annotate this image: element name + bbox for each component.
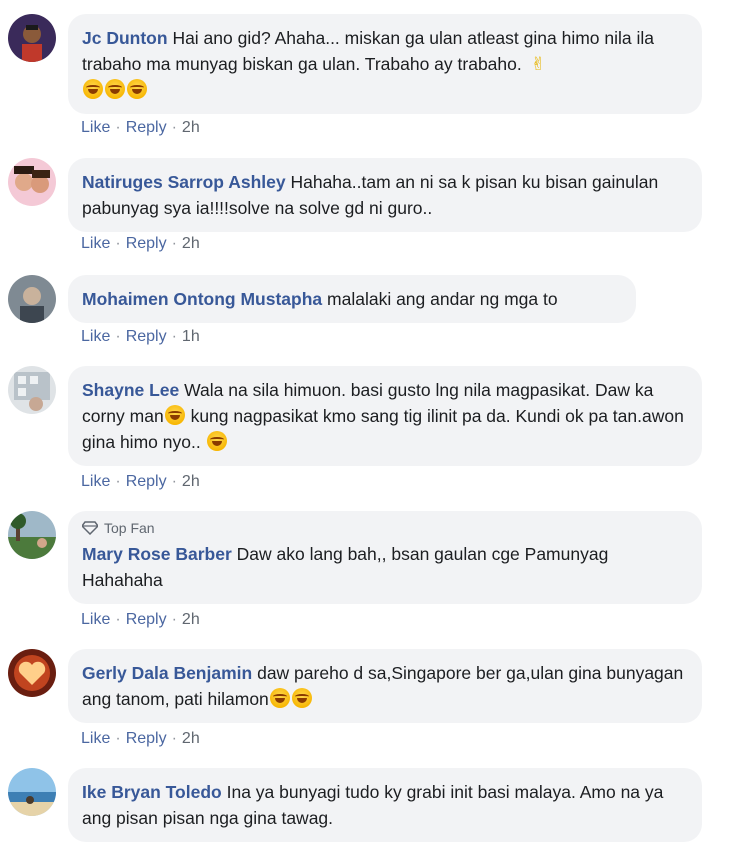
separator: · [171, 328, 177, 345]
commenter-name[interactable]: Ike Bryan Toledo [82, 782, 222, 802]
reply-link[interactable]: Reply [126, 119, 167, 136]
laughing-emoji-icon [206, 431, 227, 451]
separator: · [115, 611, 121, 628]
comment-bubble: Natiruges Sarrop Ashley Hahaha..tam an n… [68, 158, 702, 232]
comment-bubble: Ike Bryan Toledo Ina ya bunyagi tudo ky … [68, 768, 702, 842]
separator: · [115, 235, 121, 252]
comment-bubble: Top Fan Mary Rose Barber Daw ako lang ba… [68, 511, 702, 604]
commenter-name[interactable]: Shayne Lee [82, 380, 179, 400]
timestamp[interactable]: 2h [182, 235, 200, 252]
reply-link[interactable]: Reply [126, 730, 167, 747]
commenter-name[interactable]: Mary Rose Barber [82, 544, 232, 564]
reply-link[interactable]: Reply [126, 611, 167, 628]
laughing-emoji-icon [127, 79, 147, 99]
avatar[interactable] [8, 275, 56, 323]
like-link[interactable]: Like [81, 235, 110, 252]
avatar[interactable] [8, 511, 56, 559]
reply-link[interactable]: Reply [126, 473, 167, 490]
commenter-name[interactable]: Mohaimen Ontong Mustapha [82, 289, 322, 309]
avatar[interactable] [8, 366, 56, 414]
like-link[interactable]: Like [81, 328, 110, 345]
avatar[interactable] [8, 649, 56, 697]
laughing-emoji-icon [105, 79, 125, 99]
separator: · [115, 473, 121, 490]
comment-bubble: Mohaimen Ontong Mustapha malalaki ang an… [68, 275, 636, 323]
diamond-icon [82, 521, 98, 535]
like-link[interactable]: Like [81, 611, 110, 628]
timestamp[interactable]: 1h [182, 328, 200, 345]
timestamp[interactable]: 2h [182, 611, 200, 628]
comment-text: Hai ano gid? Ahaha... miskan ga ulan atl… [82, 28, 654, 74]
commenter-name[interactable]: Jc Dunton [82, 28, 168, 48]
comment-bubble: Jc Dunton Hai ano gid? Ahaha... miskan g… [68, 14, 702, 114]
laughing-emoji-icon [269, 688, 290, 708]
top-fan-badge: Top Fan [82, 519, 688, 537]
separator: · [171, 611, 177, 628]
comment-actions: Like · Reply · 1h [81, 327, 200, 347]
separator: · [115, 730, 121, 747]
comment-actions: Like · Reply · 2h [81, 729, 200, 749]
comment-actions: Like · Reply · 2h [81, 118, 200, 138]
timestamp[interactable]: 2h [182, 473, 200, 490]
comment-actions: Like · Reply · 2h [81, 472, 200, 492]
commenter-name[interactable]: Gerly Dala Benjamin [82, 663, 252, 683]
commenter-name[interactable]: Natiruges Sarrop Ashley [82, 172, 286, 192]
avatar[interactable] [8, 768, 56, 816]
like-link[interactable]: Like [81, 730, 110, 747]
separator: · [171, 119, 177, 136]
timestamp[interactable]: 2h [182, 119, 200, 136]
comment-bubble: Shayne Lee Wala na sila himuon. basi gus… [68, 366, 702, 466]
peace-hand-emoji-icon: ✌ [530, 54, 546, 74]
like-link[interactable]: Like [81, 473, 110, 490]
timestamp[interactable]: 2h [182, 730, 200, 747]
separator: · [171, 473, 177, 490]
like-link[interactable]: Like [81, 119, 110, 136]
laughing-emoji-icon [83, 79, 103, 99]
badge-label: Top Fan [104, 520, 155, 536]
comment-bubble: Gerly Dala Benjamin daw pareho d sa,Sing… [68, 649, 702, 723]
avatar[interactable] [8, 158, 56, 206]
reply-link[interactable]: Reply [126, 328, 167, 345]
separator: · [115, 119, 121, 136]
laughing-emoji-icon [291, 688, 312, 708]
separator: · [171, 730, 177, 747]
separator: · [115, 328, 121, 345]
grinning-sweat-emoji-icon [164, 405, 185, 425]
comment-text: malalaki ang andar ng mga to [327, 289, 558, 309]
avatar[interactable] [8, 14, 56, 62]
reply-link[interactable]: Reply [126, 235, 167, 252]
separator: · [171, 235, 177, 252]
comment-actions: Like · Reply · 2h [81, 234, 200, 254]
comment-actions: Like · Reply · 2h [81, 610, 200, 630]
